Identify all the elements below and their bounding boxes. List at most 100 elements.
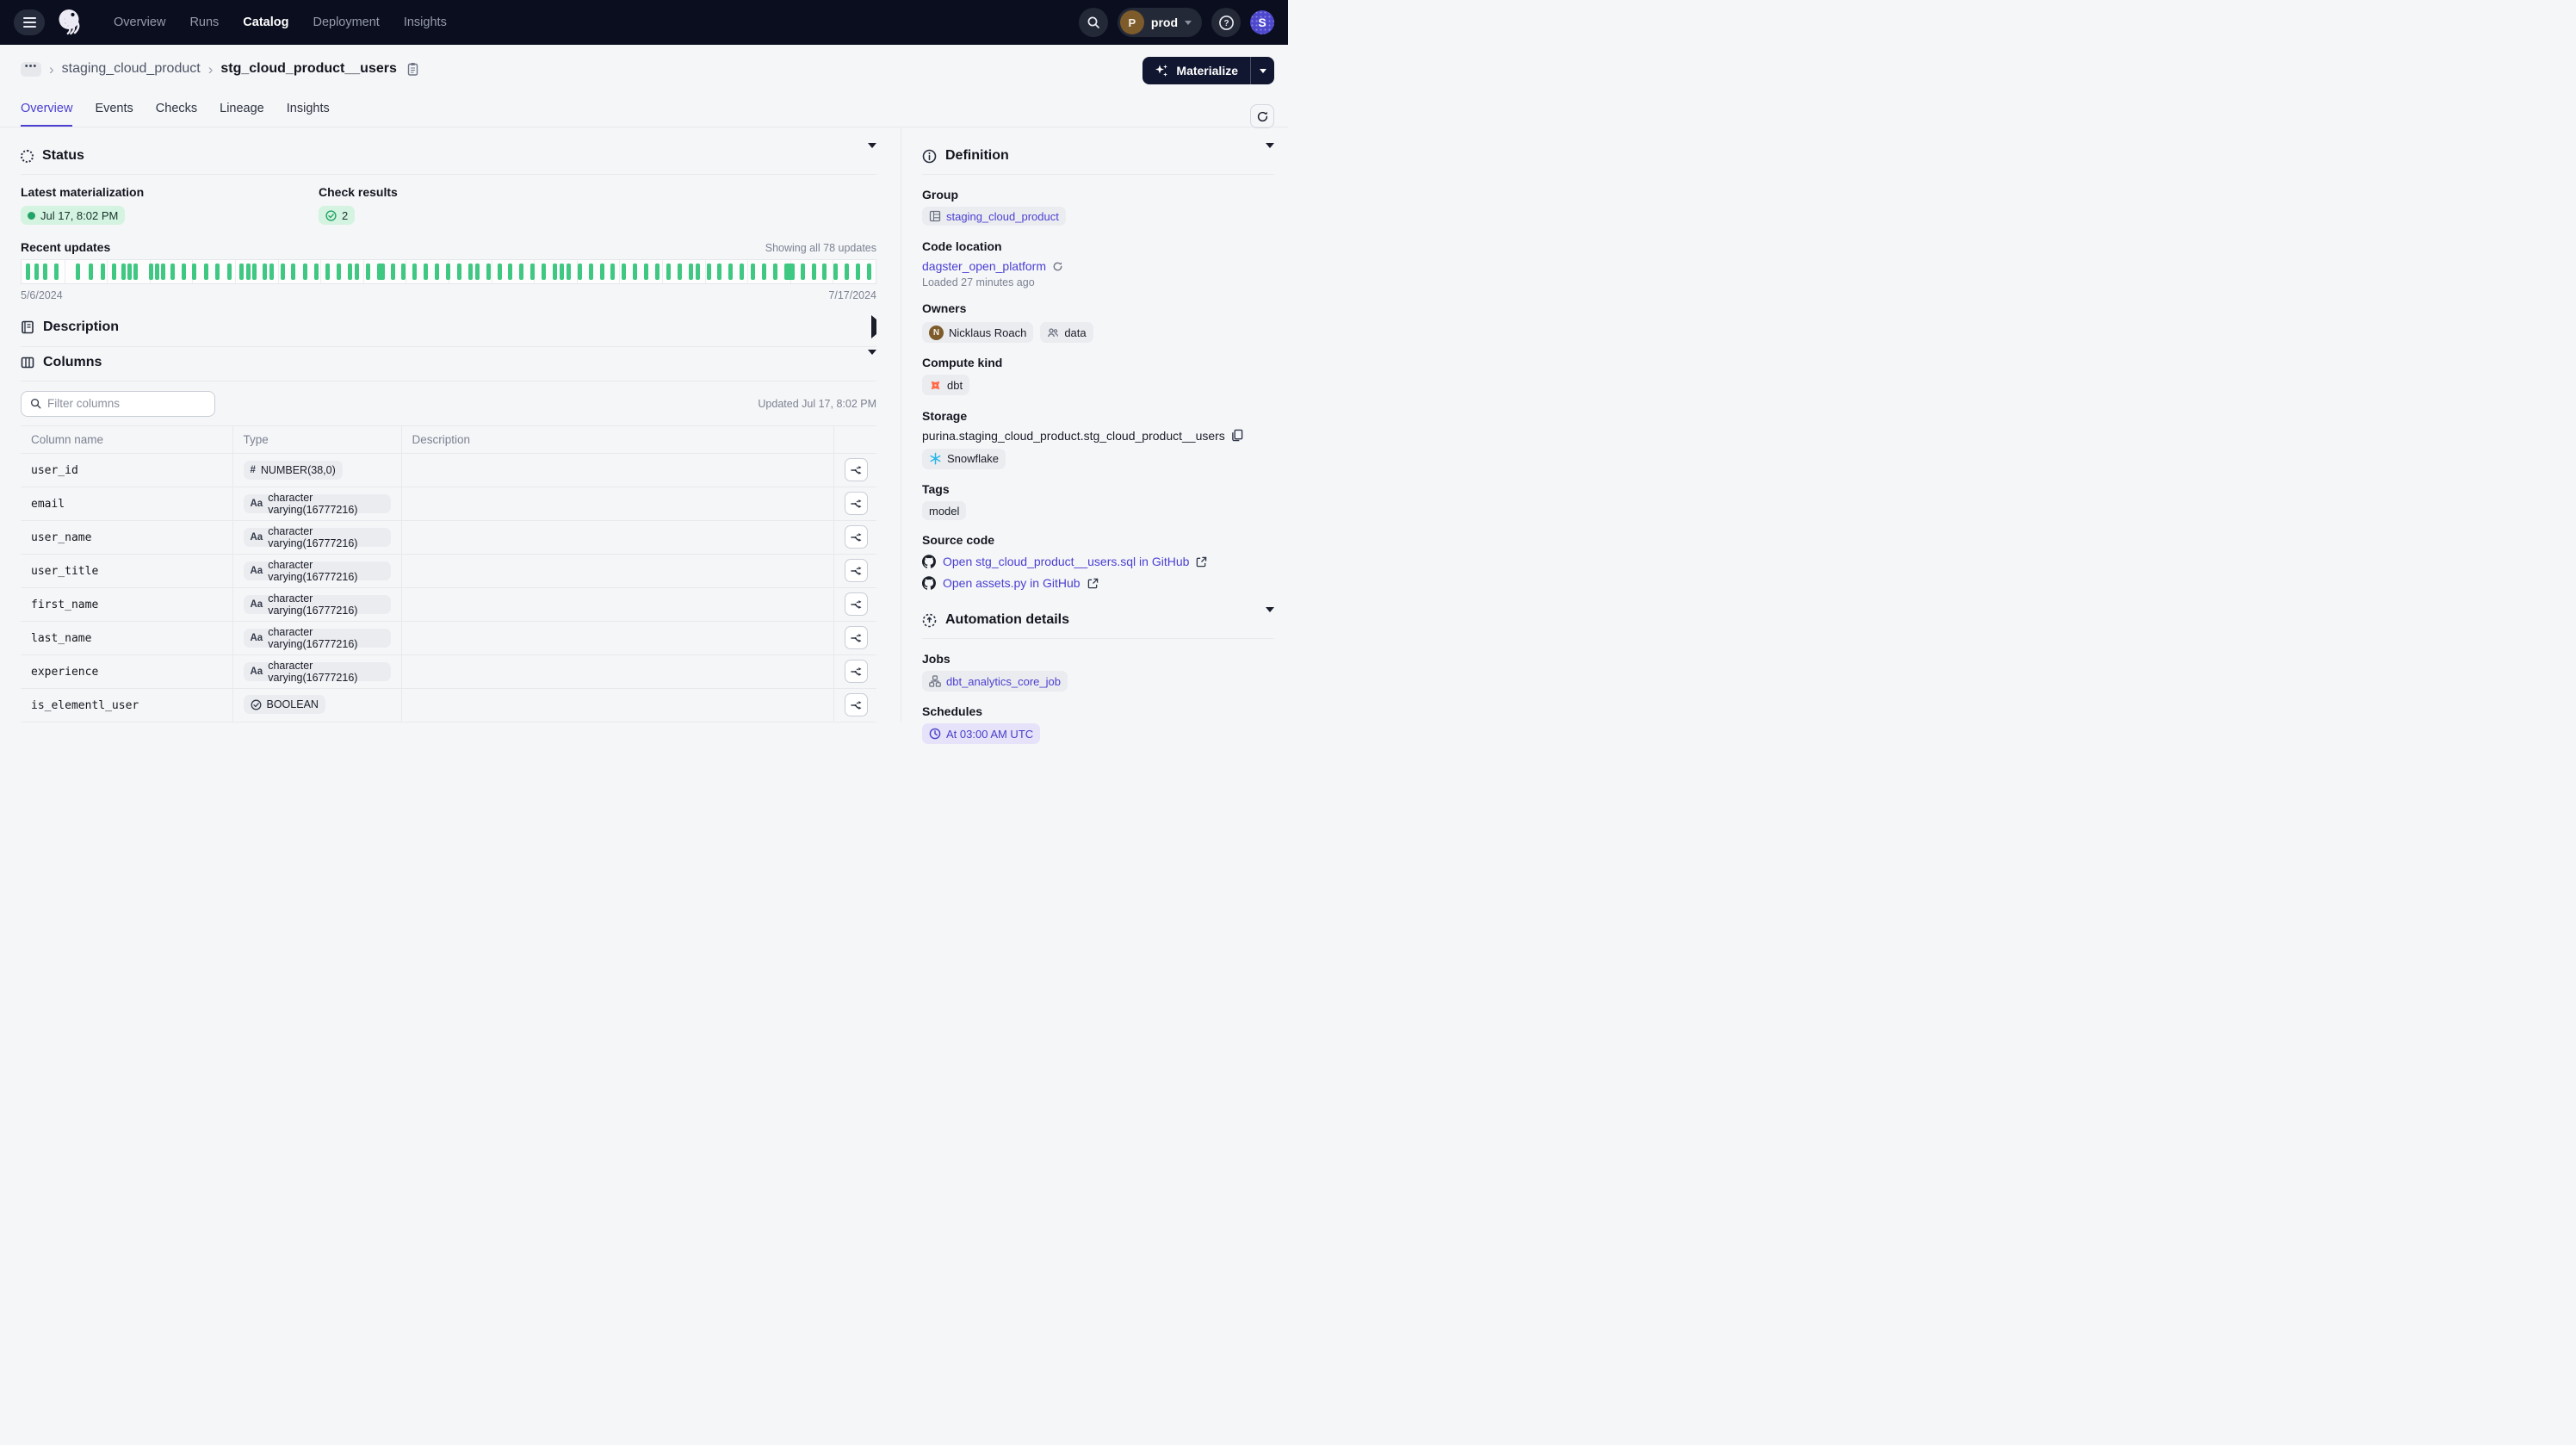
nav-item-overview[interactable]: Overview [114, 16, 165, 29]
materialization-tick[interactable] [170, 264, 175, 280]
materialization-tick[interactable] [578, 264, 582, 280]
materialization-tick[interactable] [424, 264, 428, 280]
materialization-tick[interactable] [101, 264, 105, 280]
materialization-tick[interactable] [486, 264, 491, 280]
materialization-tick[interactable] [215, 264, 220, 280]
view-column-lineage-button[interactable] [845, 458, 868, 481]
materialization-tick[interactable] [161, 264, 165, 280]
materialization-tick[interactable] [149, 264, 153, 280]
collapse-columns-button[interactable] [868, 355, 876, 370]
materialization-tick[interactable] [610, 264, 615, 280]
materialization-tick[interactable] [762, 264, 766, 280]
copy-asset-name-icon[interactable] [406, 62, 419, 77]
open-sql-in-github-link[interactable]: Open stg_cloud_product__users.sql in Git… [943, 555, 1189, 568]
materialization-tick[interactable] [655, 264, 659, 280]
materialization-tick[interactable] [812, 264, 816, 280]
materialization-tick[interactable] [751, 264, 755, 280]
search-button[interactable] [1079, 8, 1108, 37]
materialization-tick[interactable] [89, 264, 93, 280]
tab-lineage[interactable]: Lineage [220, 102, 264, 127]
materialization-tick[interactable] [867, 264, 871, 280]
group-badge[interactable]: staging_cloud_product [922, 207, 1066, 226]
materialization-tick[interactable] [246, 264, 251, 280]
materialization-tick[interactable] [155, 264, 159, 280]
materialization-tick[interactable] [121, 264, 126, 280]
materialization-tick[interactable] [337, 264, 341, 280]
materialization-tick[interactable] [355, 264, 359, 280]
materialization-tick[interactable] [391, 264, 395, 280]
view-column-lineage-button[interactable] [845, 660, 868, 683]
materialization-tick[interactable] [303, 264, 307, 280]
materialization-tick[interactable] [269, 264, 274, 280]
materialization-tick[interactable] [567, 264, 571, 280]
breadcrumb-overflow-button[interactable]: ••• [21, 62, 41, 77]
materialization-tick[interactable] [348, 264, 352, 280]
materialization-tick[interactable] [412, 264, 417, 280]
materialization-tick[interactable] [689, 264, 693, 280]
materialization-tick[interactable] [530, 264, 535, 280]
materialization-tick[interactable] [845, 264, 849, 280]
open-assets-py-in-github-link[interactable]: Open assets.py in GitHub [943, 576, 1081, 590]
materialization-tick[interactable] [182, 264, 186, 280]
tab-events[interactable]: Events [95, 102, 133, 127]
materialization-tick[interactable] [696, 264, 700, 280]
materialization-tick[interactable] [291, 264, 295, 280]
materialization-tick[interactable] [34, 264, 39, 280]
materialization-tick[interactable] [263, 264, 267, 280]
view-column-lineage-button[interactable] [845, 492, 868, 515]
schedule-badge[interactable]: At 03:00 AM UTC [922, 723, 1040, 744]
collapse-definition-button[interactable] [1266, 148, 1274, 164]
materialization-tick[interactable] [446, 264, 450, 280]
materialization-tick[interactable] [133, 264, 138, 280]
compute-kind-badge[interactable]: dbt [922, 375, 969, 395]
materialization-tick[interactable] [678, 264, 682, 280]
nav-item-deployment[interactable]: Deployment [313, 16, 379, 29]
view-column-lineage-button[interactable] [845, 559, 868, 582]
materialization-tick[interactable] [707, 264, 711, 280]
materialize-options-button[interactable] [1250, 57, 1274, 84]
collapse-status-button[interactable] [868, 148, 876, 164]
copy-storage-path-icon[interactable] [1231, 429, 1243, 442]
job-badge[interactable]: dbt_analytics_core_job [922, 671, 1068, 691]
code-location-link[interactable]: dagster_open_platform [922, 259, 1046, 273]
user-avatar[interactable]: S [1250, 10, 1274, 34]
materialization-tick[interactable] [644, 264, 648, 280]
materialization-tick[interactable] [281, 264, 285, 280]
filter-columns-input[interactable] [47, 397, 206, 410]
materialization-tick[interactable] [227, 264, 232, 280]
dagster-logo[interactable] [55, 7, 86, 38]
materialization-tick[interactable] [856, 264, 860, 280]
help-button[interactable]: ? [1211, 8, 1241, 37]
materialization-tick[interactable] [542, 264, 546, 280]
materialize-button[interactable]: Materialize [1142, 57, 1250, 84]
check-results-badge[interactable]: 2 [319, 206, 355, 225]
materialization-tick[interactable] [784, 264, 795, 280]
latest-materialization-badge[interactable]: Jul 17, 8:02 PM [21, 206, 125, 225]
materialization-tick[interactable] [773, 264, 777, 280]
collapse-automation-button[interactable] [1266, 612, 1274, 628]
materialization-tick[interactable] [801, 264, 805, 280]
view-column-lineage-button[interactable] [845, 525, 868, 549]
storage-kind-badge[interactable]: Snowflake [922, 449, 1006, 469]
materialization-tick[interactable] [435, 264, 439, 280]
materialization-tick[interactable] [112, 264, 116, 280]
materialization-tick[interactable] [325, 264, 330, 280]
nav-item-insights[interactable]: Insights [404, 16, 447, 29]
materialization-tick[interactable] [740, 264, 744, 280]
materialization-tick[interactable] [457, 264, 461, 280]
tab-overview[interactable]: Overview [21, 102, 72, 127]
tab-checks[interactable]: Checks [156, 102, 197, 127]
expand-description-button[interactable] [871, 319, 876, 335]
materialization-tick[interactable] [666, 264, 671, 280]
deployment-switcher[interactable]: P prod [1118, 8, 1202, 37]
materialization-tick[interactable] [127, 264, 132, 280]
materialization-tick[interactable] [553, 264, 557, 280]
materialization-tick[interactable] [833, 264, 838, 280]
materialization-tick[interactable] [600, 264, 604, 280]
tag-badge[interactable]: model [922, 501, 966, 520]
materialization-tick[interactable] [560, 264, 564, 280]
nav-item-runs[interactable]: Runs [189, 16, 219, 29]
tab-insights[interactable]: Insights [287, 102, 330, 127]
view-column-lineage-button[interactable] [845, 626, 868, 649]
materialization-tick[interactable] [728, 264, 733, 280]
